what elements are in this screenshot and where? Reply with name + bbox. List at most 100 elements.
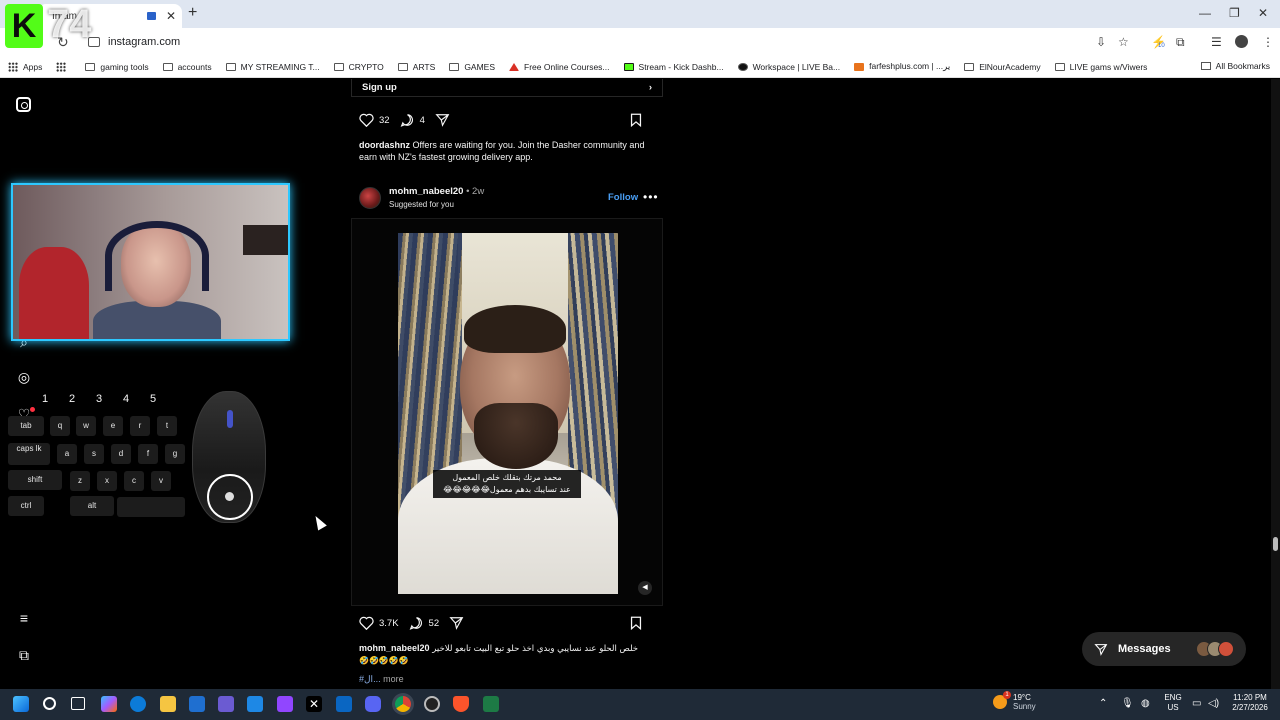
bookmark-farfeshplus[interactable]: farfeshplus.com | ...ير [854,61,950,72]
teams-icon[interactable] [218,696,234,712]
volume-icon[interactable]: ◀ [638,581,652,595]
avatar[interactable] [359,187,381,209]
save-button[interactable] [630,616,647,630]
linkedin-icon[interactable] [336,696,352,712]
bookmark-folder-elnour[interactable]: ElNourAcademy [964,62,1041,72]
bookmark-folder-games[interactable]: GAMES [449,62,495,72]
bookmark-tab-groups[interactable] [56,61,71,72]
weather-widget[interactable]: 1 19°C Sunny [993,691,1036,711]
volume-icon[interactable]: ◁) [1208,698,1219,709]
bookmark-icon [630,616,642,630]
copilot-icon[interactable] [101,696,117,712]
chrome-icon[interactable] [395,696,411,712]
kick-logo-letter: K [5,4,43,48]
discord-icon[interactable] [365,696,381,712]
new-tab-button[interactable]: + [188,4,197,22]
bookmark-folder-arts[interactable]: ARTS [397,62,435,72]
search-icon[interactable] [43,697,56,710]
language-indicator[interactable]: ENG US [1160,693,1186,713]
edge-icon[interactable] [130,696,146,712]
comment-button[interactable]: 52 [409,616,439,630]
caption-more-link[interactable]: more [383,674,404,684]
all-bookmarks-button[interactable]: All Bookmarks [1200,61,1270,71]
minimize-button[interactable]: — [1199,6,1211,20]
tab-close-icon[interactable]: ✕ [166,9,176,23]
post-caption: mohm_nabeel20 خلص الحلو عند نسايبي وبدي … [359,642,659,685]
streamer [93,209,221,339]
bookmark-folder-gaming-tools[interactable]: gaming tools [85,62,149,72]
file-explorer-icon[interactable] [160,696,176,712]
post-username[interactable]: mohm_nabeel20 • 2w [389,186,484,197]
chrome-menu-icon[interactable]: ⋮ [1262,35,1274,49]
reel-video[interactable]: محمد مرتك بتقلك خلص المعمول عند تسايبك ب… [398,233,618,594]
display-icon[interactable]: ▭ [1192,698,1201,709]
post-time: • 2w [463,186,485,197]
like-button[interactable]: 32 [359,113,390,127]
bookmark-icon [630,113,642,127]
comment-count: 4 [419,114,425,126]
instagram-logo-icon[interactable] [16,97,32,113]
bookmark-folder-accounts[interactable]: accounts [162,62,212,72]
share-button[interactable] [435,113,455,127]
key-v: v [151,471,171,491]
network-icon[interactable]: ◍ [1141,698,1150,709]
install-app-icon[interactable]: ⇩ [1096,35,1106,49]
bookmark-free-courses[interactable]: Free Online Courses... [509,62,610,72]
start-windows-icon[interactable] [13,696,29,712]
microphone-icon[interactable]: 🎙 [1121,698,1134,709]
bookmark-kick-dashboard[interactable]: Stream - Kick Dashb... [623,62,724,72]
profile-avatar[interactable] [1235,35,1248,48]
excel-icon[interactable] [483,696,499,712]
heart-icon [359,113,374,127]
brave-icon[interactable] [453,696,469,712]
logo-number: 74 [47,2,92,46]
hashtag-link[interactable]: #ال... [359,674,381,684]
caption-username[interactable]: mohm_nabeel20 [359,643,430,653]
bookmark-apps[interactable]: Apps [8,61,42,72]
chevron-up-icon[interactable]: ⌃ [1099,698,1107,709]
address-bar[interactable]: instagram.com [82,31,1142,53]
key-tab: tab [8,416,44,436]
signup-cta[interactable]: Sign up › [351,79,663,97]
windows-taskbar: ✕ 1 19°C Sunny ⌃ 🎙 ◍ ENG US ▭ ◁) 11:20 P… [0,689,1280,720]
more-options-icon[interactable]: ••• [643,190,659,204]
bookmark-folder-live-games[interactable]: LIVE gams w/Viwers [1054,62,1147,72]
tab-groups-icon [56,61,67,72]
store-icon[interactable] [189,696,205,712]
tab-audio-icon[interactable] [146,12,156,20]
messages-button[interactable]: Messages [1082,632,1246,666]
like-button[interactable]: 3.7K [359,616,399,630]
more-menu-icon[interactable]: ≡ [16,610,32,626]
post-media[interactable]: محمد مرتك بتقلك خلص المعمول عند تسايبك ب… [351,218,663,606]
extensions-puzzle-icon[interactable]: ⧉ [1176,35,1185,50]
key-d: d [111,444,131,464]
bookmark-workspace[interactable]: Workspace | LIVE Ba... [737,62,840,72]
save-button[interactable] [630,113,647,127]
heart-icon [359,616,374,630]
meta-apps-icon[interactable]: ⧉ [16,647,32,663]
folder-icon [162,62,173,71]
x-twitter-icon[interactable]: ✕ [306,696,322,712]
task-view-icon[interactable] [71,697,85,710]
obs-icon[interactable] [424,696,440,712]
caption-username[interactable]: doordashnz [359,140,410,150]
twitch-icon[interactable] [277,696,293,712]
mouse-overlay [192,391,266,523]
scrollbar-thumb[interactable] [1273,537,1278,551]
video-subtitle: محمد مرتك بتقلك خلص المعمول عند تسايبك ب… [433,470,581,498]
close-window-button[interactable]: ✕ [1258,6,1268,20]
outlook-icon[interactable] [247,696,263,712]
clock[interactable]: 11:20 PM 2/27/2026 [1228,693,1272,713]
follow-button[interactable]: Follow [608,192,638,203]
clock-date: 2/27/2026 [1232,703,1268,712]
explore-compass-icon[interactable]: ◎ [16,369,32,385]
bookmark-folder-streaming[interactable]: MY STREAMING T... [225,62,320,72]
restore-button[interactable]: ❐ [1229,6,1240,20]
comment-button[interactable]: 4 [400,113,425,127]
bookmark-star-icon[interactable]: ☆ [1118,35,1129,49]
key-caps-lock: caps lk [8,443,50,465]
media-control-icon[interactable]: ☰ [1211,35,1222,49]
bookmark-folder-crypto[interactable]: CRYPTO [333,62,384,72]
share-button[interactable] [449,616,469,630]
page-scrollbar[interactable] [1271,79,1280,689]
